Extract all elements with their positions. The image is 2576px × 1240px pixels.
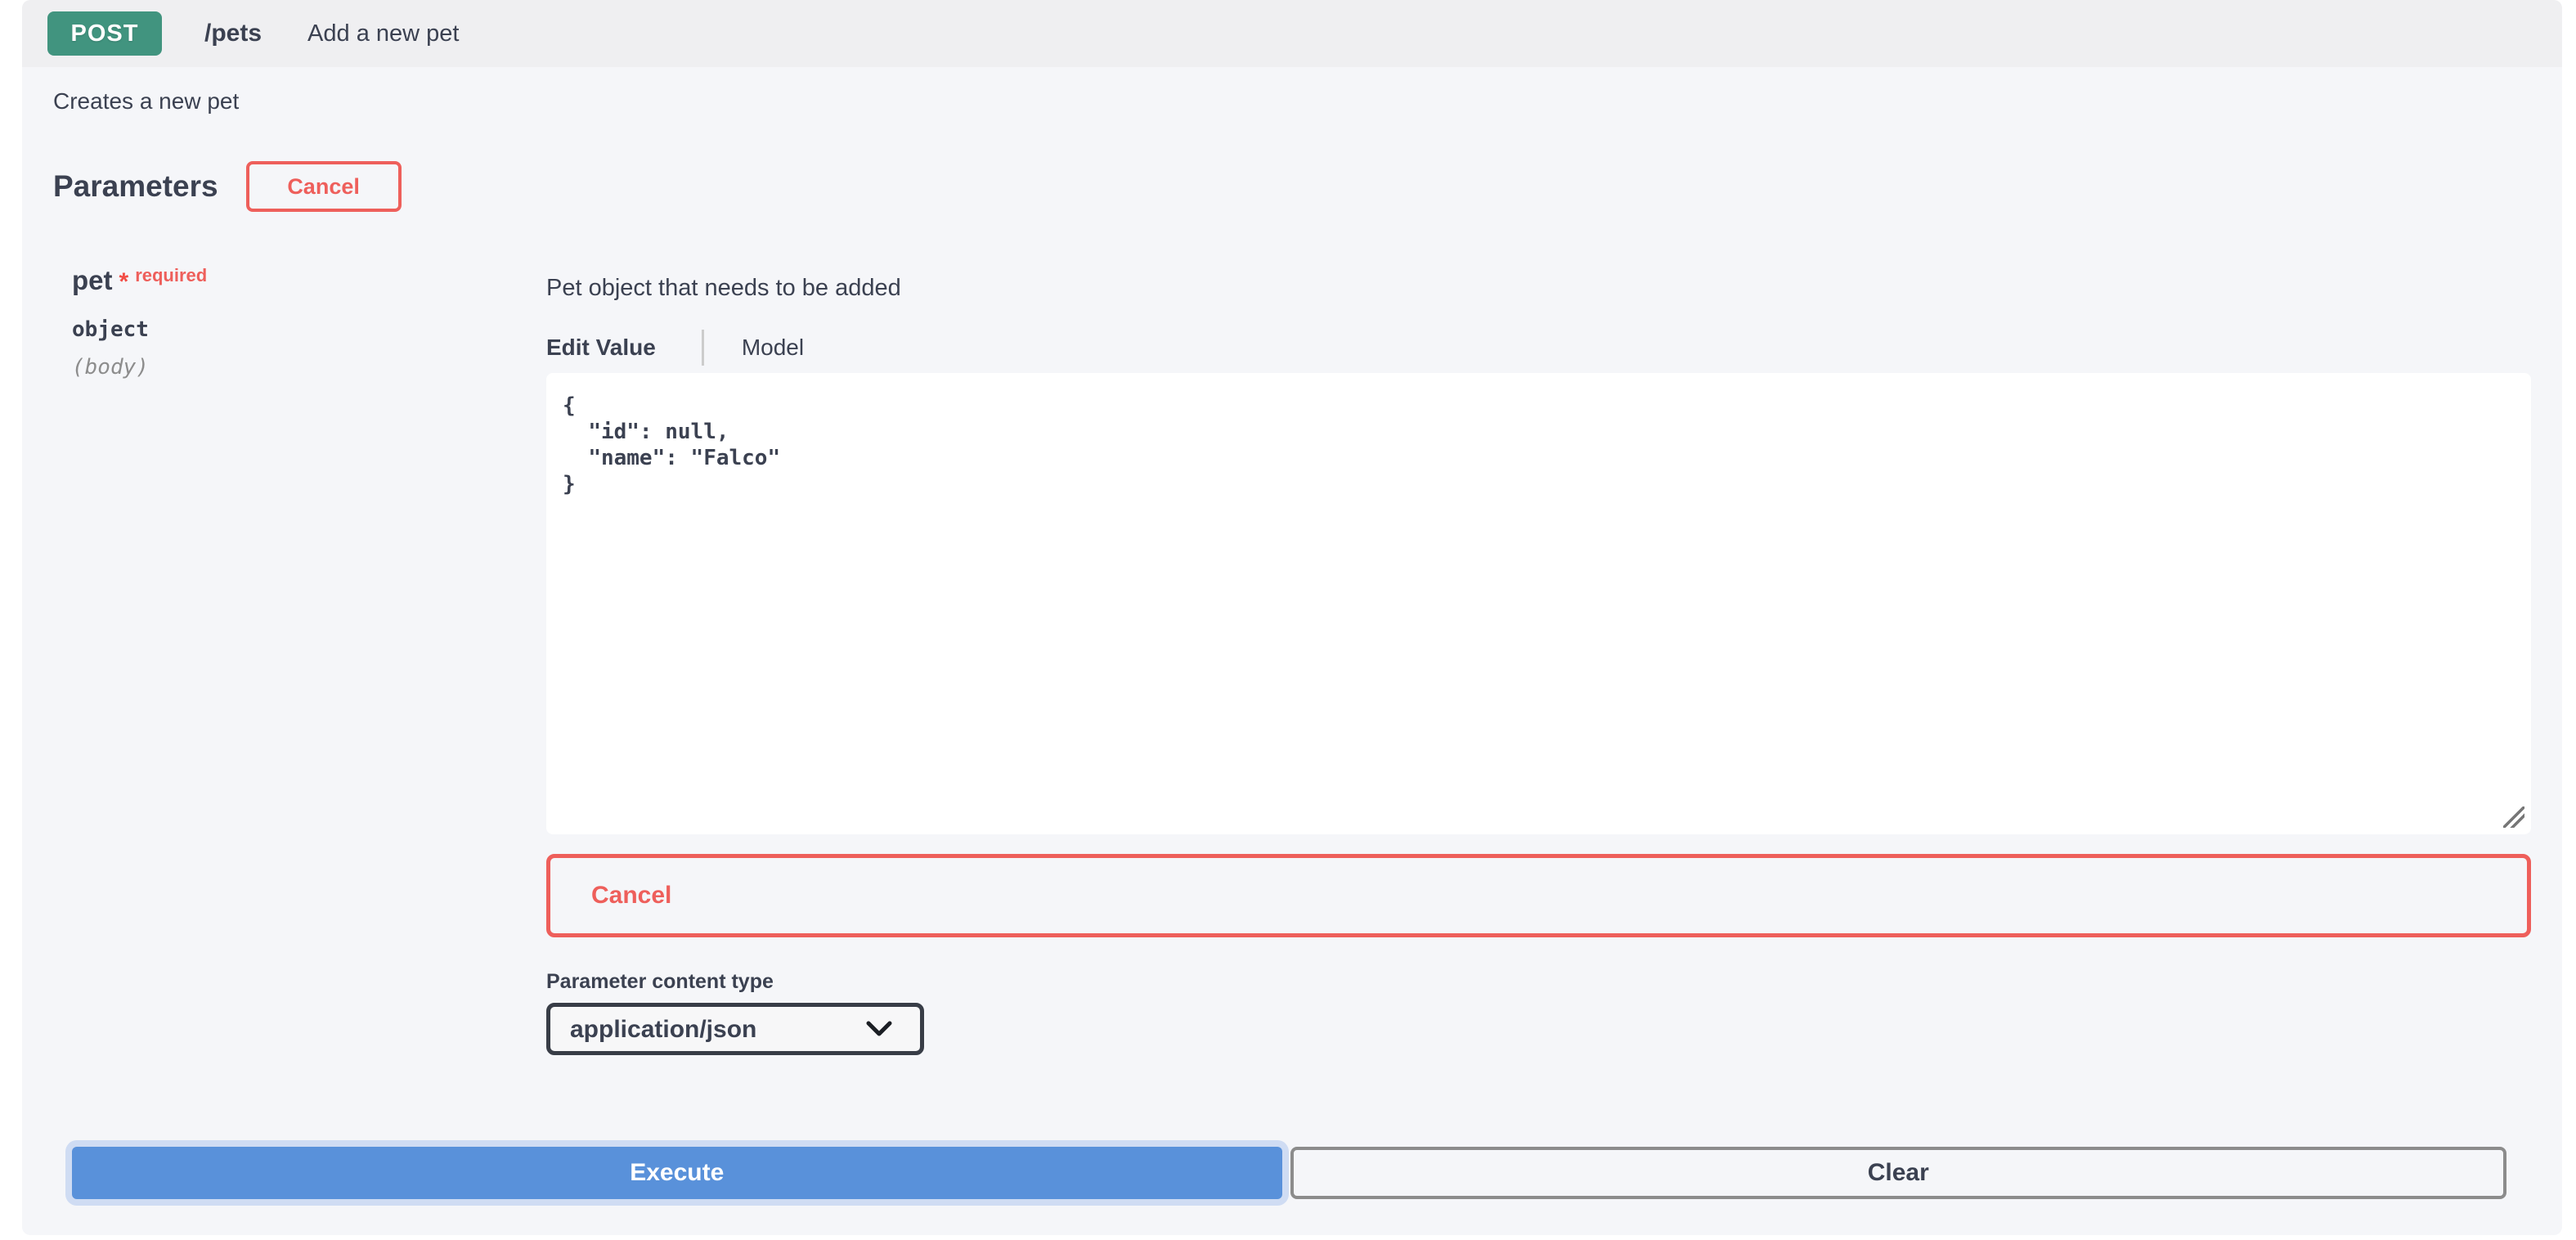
operation-block-post-pets: POST /pets Add a new pet Creates a new p… xyxy=(22,0,2562,1235)
body-editor-tabs: Edit Value Model xyxy=(546,329,804,366)
cancel-parameter-button[interactable]: Cancel xyxy=(546,854,2531,937)
parameters-title: Parameters xyxy=(53,169,218,204)
resize-grip-icon[interactable] xyxy=(2503,806,2524,828)
request-body-editor-container: { "id": null, "name": "Falco" } xyxy=(546,373,2531,834)
cancel-tryout-button[interactable]: Cancel xyxy=(246,161,402,212)
content-type-select[interactable]: application/json xyxy=(546,1003,924,1055)
execute-actions-row: Execute Clear xyxy=(72,1147,2506,1199)
endpoint-path: /pets xyxy=(204,20,262,47)
content-type-select-wrap: application/json xyxy=(546,1003,924,1055)
method-badge: POST xyxy=(47,11,162,56)
tab-edit-value[interactable]: Edit Value xyxy=(546,335,656,361)
required-label: required xyxy=(135,265,207,285)
request-body-editor[interactable]: { "id": null, "name": "Falco" } xyxy=(546,373,2531,834)
parameter-name-row: pet* required xyxy=(72,265,207,296)
endpoint-summary: Add a new pet xyxy=(307,20,459,47)
parameters-section-header: Parameters Cancel xyxy=(53,160,402,213)
tab-divider xyxy=(702,330,704,366)
parameter-type: object xyxy=(72,317,207,342)
tab-model[interactable]: Model xyxy=(742,335,804,361)
parameter-name: pet xyxy=(72,265,113,295)
execute-button[interactable]: Execute xyxy=(72,1147,1282,1199)
required-star-icon: * xyxy=(119,268,129,295)
parameter-description: Pet object that needs to be added xyxy=(546,275,901,302)
operation-description: Creates a new pet xyxy=(53,88,239,115)
operation-header[interactable]: POST /pets Add a new pet xyxy=(22,0,2562,67)
content-type-label: Parameter content type xyxy=(546,970,774,994)
clear-button[interactable]: Clear xyxy=(1290,1147,2507,1199)
parameter-meta-column: pet* required object (body) xyxy=(72,265,207,380)
parameter-location: (body) xyxy=(72,355,207,380)
